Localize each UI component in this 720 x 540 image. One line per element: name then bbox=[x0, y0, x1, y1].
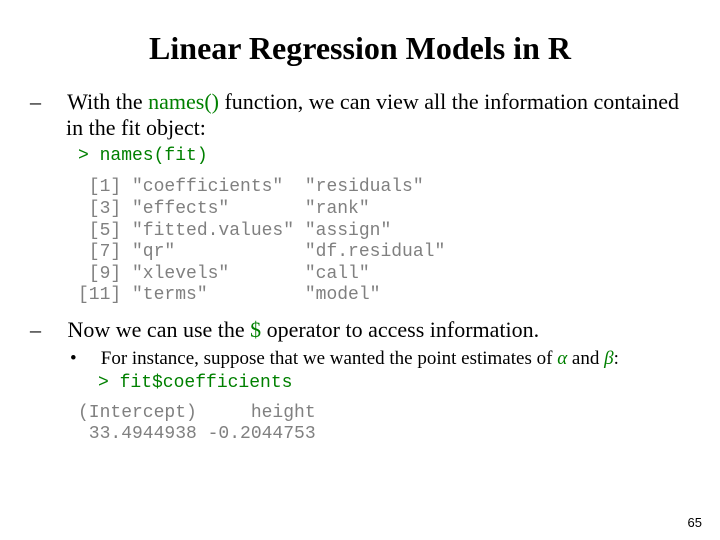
bullet1-text-pre: With the bbox=[67, 89, 148, 114]
code-names-call: > names(fit) bbox=[78, 146, 680, 168]
bullet3-beta: β bbox=[604, 348, 613, 369]
dash-icon: – bbox=[48, 317, 62, 343]
bullet2-text-post: operator to access information. bbox=[261, 317, 539, 342]
page-number: 65 bbox=[688, 515, 702, 530]
page-title: Linear Regression Models in R bbox=[40, 30, 680, 67]
bullet3-pre: For instance, suppose that we wanted the… bbox=[101, 348, 557, 369]
bullet-dot-icon: • bbox=[84, 347, 96, 371]
bullet3-mid: and bbox=[567, 348, 604, 369]
code-names-output: [1] "coefficients" "residuals" [3] "effe… bbox=[78, 177, 680, 307]
bullet3-alpha: α bbox=[557, 348, 567, 369]
code-coef-output: (Intercept) height 33.4944938 -0.2044753 bbox=[78, 403, 680, 446]
bullet-names-fn: – With the names() function, we can view… bbox=[40, 89, 680, 142]
bullet-dollar-op: – Now we can use the $ operator to acces… bbox=[40, 317, 680, 343]
dash-icon: – bbox=[48, 89, 62, 115]
bullet2-text-pre: Now we can use the bbox=[68, 317, 251, 342]
bullet-point-estimates: • For instance, suppose that we wanted t… bbox=[40, 347, 680, 371]
bullet2-op: $ bbox=[250, 317, 261, 342]
bullet1-fn: names() bbox=[148, 89, 219, 114]
code-coef-call: > fit$coefficients bbox=[98, 373, 680, 395]
bullet3-post: : bbox=[614, 348, 619, 369]
